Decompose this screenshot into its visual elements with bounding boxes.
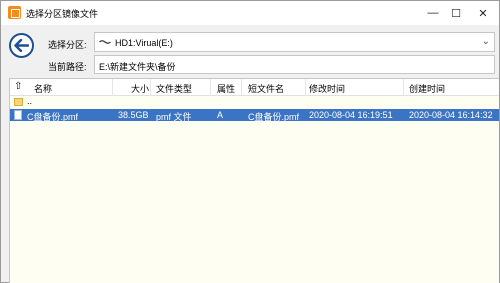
- title-bar: 选择分区镜像文件 — ☐ ✕: [1, 1, 499, 25]
- column-header-name[interactable]: 名称: [34, 82, 52, 95]
- column-header-size[interactable]: 大小: [131, 82, 149, 95]
- file-size: 38.5GB: [118, 110, 149, 120]
- column-header-type[interactable]: 文件类型: [156, 82, 192, 95]
- list-empty-area[interactable]: [10, 121, 499, 133]
- window-title: 选择分区镜像文件: [26, 9, 99, 19]
- sort-up-icon[interactable]: ⇧: [14, 81, 22, 92]
- path-label: 当前路径:: [48, 62, 87, 72]
- app-icon: [8, 6, 21, 19]
- column-header-attr[interactable]: 属性: [217, 82, 235, 95]
- column-divider[interactable]: [305, 79, 306, 96]
- column-header-created[interactable]: 创建时间: [409, 82, 445, 95]
- drive-icon: [99, 40, 111, 44]
- file-attr: A: [217, 110, 224, 120]
- list-item-parent[interactable]: ..: [10, 96, 499, 109]
- file-picker-window: 选择分区镜像文件 — ☐ ✕ 选择分区: HD1:Virual(E:) ⌄ 当前…: [0, 0, 500, 283]
- partition-select-value: HD1:Virual(E:): [115, 38, 173, 48]
- list-header: ⇧ 名称 大小 文件类型 属性 短文件名 修改时间 创建时间: [10, 79, 499, 96]
- file-list[interactable]: ⇧ 名称 大小 文件类型 属性 短文件名 修改时间 创建时间 .. C盘备份.p…: [9, 78, 499, 283]
- file-icon: [14, 110, 22, 120]
- close-button[interactable]: ✕: [465, 1, 500, 25]
- parent-folder-label: ..: [27, 96, 33, 106]
- partition-select[interactable]: HD1:Virual(E:) ⌄: [94, 32, 495, 52]
- current-path-value: E:\新建文件夹\备份: [99, 62, 176, 72]
- back-button[interactable]: [9, 33, 34, 58]
- partition-label: 选择分区:: [48, 40, 87, 50]
- column-header-short-name[interactable]: 短文件名: [248, 82, 284, 95]
- column-header-modified[interactable]: 修改时间: [309, 82, 345, 95]
- folder-icon: [14, 98, 23, 106]
- current-path-field[interactable]: E:\新建文件夹\备份: [94, 55, 495, 74]
- file-modified: 2020-08-04 16:19:51: [309, 110, 393, 120]
- column-divider[interactable]: [241, 79, 242, 96]
- column-divider[interactable]: [112, 79, 113, 96]
- chevron-down-icon: ⌄: [481, 36, 490, 47]
- column-divider[interactable]: [150, 79, 151, 96]
- file-created: 2020-08-04 16:14:32: [409, 110, 493, 120]
- column-divider[interactable]: [210, 79, 211, 96]
- back-arrow-icon: [14, 39, 29, 52]
- column-divider[interactable]: [403, 79, 404, 96]
- list-item-file[interactable]: C盘备份.pmf 38.5GB pmf 文件 A C盘备份.pmf 2020-0…: [10, 109, 499, 122]
